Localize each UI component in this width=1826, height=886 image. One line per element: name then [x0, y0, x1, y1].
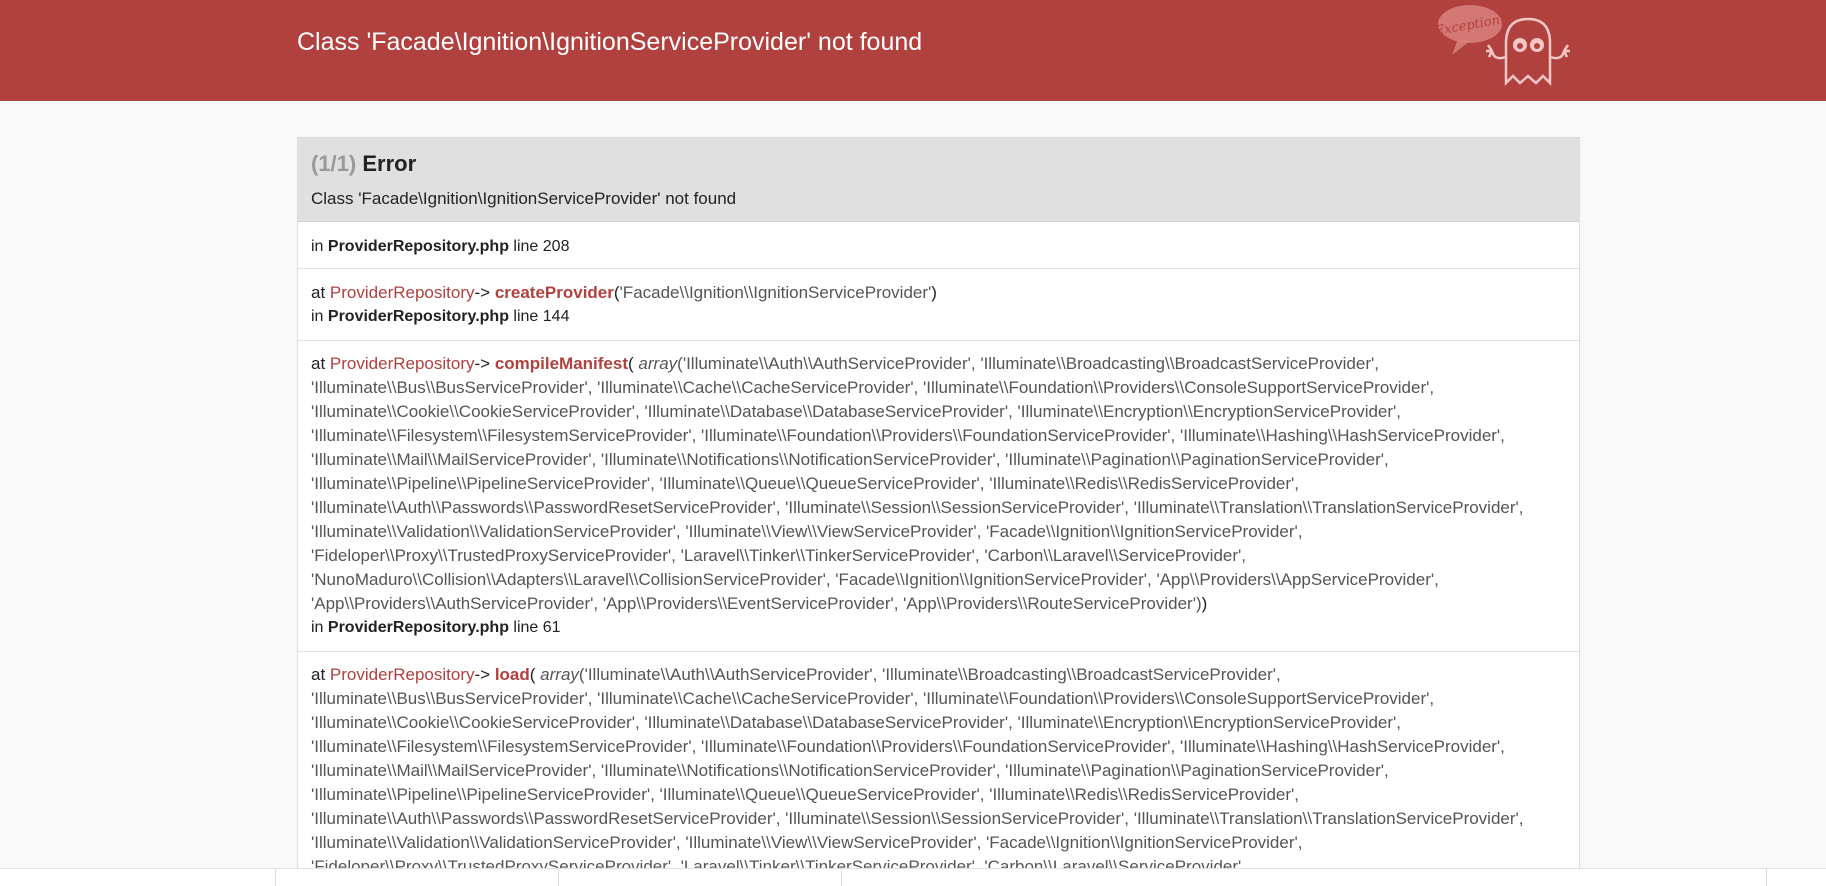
- method-name: createProvider: [494, 283, 614, 302]
- call-arrow: ->: [474, 354, 491, 373]
- panel-header: (1/1) Error Class 'Facade\Ignition\Ignit…: [298, 138, 1579, 222]
- location-prefix: in: [311, 619, 324, 636]
- method-name: compileManifest: [494, 354, 629, 373]
- trace-location: in ProviderRepository.php line 144: [311, 307, 1566, 327]
- exception-title: Class 'Facade\Ignition\IgnitionServicePr…: [297, 28, 923, 56]
- file-name: ProviderRepository.php: [327, 619, 509, 636]
- at-prefix: at: [311, 665, 326, 684]
- exception-message: Class 'Facade\Ignition\IgnitionServicePr…: [311, 189, 737, 208]
- exception-count: (1/1): [311, 151, 357, 176]
- at-prefix: at: [311, 283, 326, 302]
- class-name: ProviderRepository: [329, 283, 475, 302]
- exception-panel: (1/1) Error Class 'Facade\Ignition\Ignit…: [297, 137, 1580, 886]
- arg-type: array: [540, 665, 579, 684]
- bottom-bar-segment: [275, 869, 559, 886]
- call-arrow: ->: [474, 283, 491, 302]
- open-paren: (: [529, 665, 536, 684]
- location-prefix: in: [311, 238, 324, 255]
- bottom-bar-segment: [841, 869, 1125, 886]
- file-name: ProviderRepository.php: [327, 308, 509, 325]
- at-prefix: at: [311, 354, 326, 373]
- location-prefix: in: [311, 308, 324, 325]
- trace-item: at ProviderRepository-> compileManifest(…: [298, 341, 1579, 652]
- ghost-logo: Exception!: [1436, 5, 1570, 87]
- close-paren: ): [1201, 594, 1208, 613]
- call-args: ('Illuminate\\Auth\\AuthServiceProvider'…: [311, 665, 1524, 876]
- trace-call: at ProviderRepository-> compileManifest(…: [311, 352, 1566, 616]
- trace-call: at ProviderRepository-> createProvider('…: [311, 281, 1566, 305]
- line-number: line 144: [513, 308, 570, 325]
- call-args: 'Facade\\Ignition\\IgnitionServiceProvid…: [619, 283, 932, 302]
- trace-location: in ProviderRepository.php line 208: [311, 237, 1566, 257]
- panel-title: (1/1) Error: [311, 138, 1566, 177]
- bottom-bar: [0, 868, 1826, 886]
- open-paren: (: [628, 354, 634, 373]
- trace-item: at ProviderRepository-> createProvider('…: [298, 269, 1579, 341]
- call-arrow: ->: [474, 665, 491, 684]
- class-name: ProviderRepository: [329, 665, 475, 684]
- bottom-bar-segment: [1766, 869, 1826, 886]
- trace-origin: in ProviderRepository.php line 208: [298, 222, 1579, 269]
- class-name: ProviderRepository: [329, 354, 475, 373]
- call-args: ('Illuminate\\Auth\\AuthServiceProvider'…: [311, 354, 1524, 613]
- file-name: ProviderRepository.php: [327, 238, 509, 255]
- trace-call: at ProviderRepository-> load( array('Ill…: [311, 663, 1566, 879]
- line-number: line 208: [513, 238, 570, 255]
- line-number: line 61: [513, 619, 561, 636]
- arg-type: array: [638, 354, 678, 373]
- bottom-bar-segment: [558, 869, 842, 886]
- exception-label: Error: [362, 151, 417, 176]
- exception-header: Class 'Facade\Ignition\IgnitionServicePr…: [0, 0, 1826, 101]
- close-paren: ): [931, 283, 937, 302]
- trace-item: at ProviderRepository-> load( array('Ill…: [298, 652, 1579, 880]
- trace-location: in ProviderRepository.php line 61: [311, 618, 1566, 638]
- method-name: load: [494, 665, 530, 684]
